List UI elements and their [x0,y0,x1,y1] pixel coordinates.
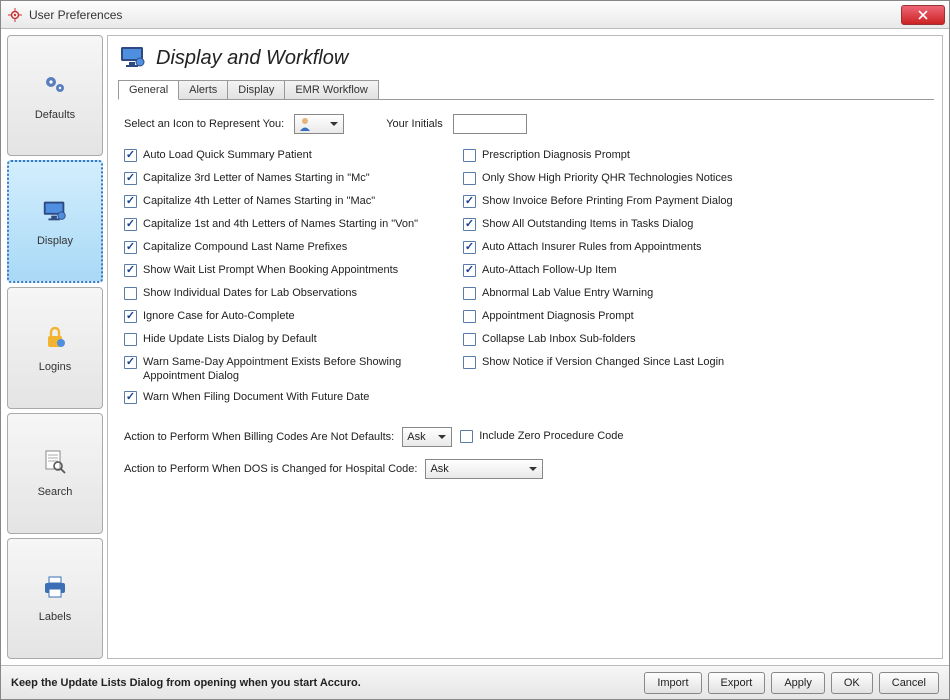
sidebar-item-display[interactable]: Display [7,160,103,283]
checkbox-label: Show Wait List Prompt When Booking Appoi… [143,263,398,277]
tab-emr-workflow[interactable]: EMR Workflow [285,80,379,100]
checkbox[interactable] [124,333,137,346]
monitor-icon [41,197,69,225]
options-left: Auto Load Quick Summary Patient Capitaliz… [124,148,443,413]
initials-input[interactable] [453,114,527,134]
checkbox-label: Capitalize Compound Last Name Prefixes [143,240,347,254]
icon-select[interactable] [294,114,344,134]
checkbox[interactable] [463,287,476,300]
checkbox[interactable] [463,264,476,277]
checkbox-label: Capitalize 1st and 4th Letters of Names … [143,217,418,231]
gears-icon [41,71,69,99]
titlebar: User Preferences [1,1,949,29]
checkbox[interactable] [124,356,137,369]
close-button[interactable] [901,5,945,25]
checkbox[interactable] [463,218,476,231]
include-zero-label: Include Zero Procedure Code [479,429,623,443]
lock-icon [41,323,69,351]
dos-action-label: Action to Perform When DOS is Changed fo… [124,463,417,475]
dos-action-select[interactable]: Ask [425,459,543,479]
billing-action-label: Action to Perform When Billing Codes Are… [124,431,394,443]
checkbox-label: Prescription Diagnosis Prompt [482,148,630,162]
sidebar-item-label: Display [37,235,73,247]
checkbox[interactable] [463,172,476,185]
sidebar-item-search[interactable]: Search [7,413,103,534]
checkbox-label: Show Invoice Before Printing From Paymen… [482,194,733,208]
checkbox[interactable] [124,241,137,254]
options-right: Prescription Diagnosis Prompt Only Show H… [463,148,733,413]
sidebar-item-label: Search [38,486,73,498]
checkbox-label: Show Notice if Version Changed Since Las… [482,355,724,369]
checkbox-label: Only Show High Priority QHR Technologies… [482,171,732,185]
import-button[interactable]: Import [644,672,701,694]
status-hint: Keep the Update Lists Dialog from openin… [11,677,638,689]
checkbox[interactable] [124,264,137,277]
checkbox[interactable] [124,195,137,208]
app-icon [7,7,23,23]
tab-bar: General Alerts Display EMR Workflow [118,79,934,100]
printer-icon [41,573,69,601]
checkbox-label: Appointment Diagnosis Prompt [482,309,634,323]
window-title: User Preferences [29,8,122,22]
sidebar-item-logins[interactable]: Logins [7,287,103,408]
tab-general[interactable]: General [118,80,179,100]
checkbox[interactable] [124,391,137,404]
checkbox[interactable] [463,241,476,254]
checkbox-label: Ignore Case for Auto-Complete [143,309,295,323]
sidebar-item-label: Logins [39,361,71,373]
checkbox[interactable] [124,172,137,185]
checkbox[interactable] [463,333,476,346]
checkbox[interactable] [463,356,476,369]
checkbox-label: Capitalize 3rd Letter of Names Starting … [143,171,370,185]
checkbox[interactable] [124,287,137,300]
ok-button[interactable]: OK [831,672,873,694]
sidebar-item-label: Defaults [35,109,75,121]
checkbox-label: Show All Outstanding Items in Tasks Dial… [482,217,693,231]
tab-alerts[interactable]: Alerts [179,80,228,100]
checkbox[interactable] [463,310,476,323]
checkbox[interactable] [463,195,476,208]
checkbox-label: Collapse Lab Inbox Sub-folders [482,332,635,346]
export-button[interactable]: Export [708,672,766,694]
include-zero-checkbox[interactable] [460,430,473,443]
checkbox-label: Show Individual Dates for Lab Observatio… [143,286,357,300]
icon-select-label: Select an Icon to Represent You: [124,118,284,130]
checkbox[interactable] [124,218,137,231]
apply-button[interactable]: Apply [771,672,825,694]
checkbox[interactable] [124,310,137,323]
checkbox-label: Warn When Filing Document With Future Da… [143,390,369,404]
sidebar-item-label: Labels [39,611,71,623]
page-title: Display and Workflow [156,47,348,70]
sidebar-item-labels[interactable]: Labels [7,538,103,659]
search-doc-icon [41,448,69,476]
billing-action-select[interactable]: Ask [402,427,452,447]
user-icon [299,117,315,131]
checkbox-label: Abnormal Lab Value Entry Warning [482,286,653,300]
cancel-button[interactable]: Cancel [879,672,939,694]
tab-display[interactable]: Display [228,80,285,100]
checkbox-label: Capitalize 4th Letter of Names Starting … [143,194,375,208]
checkbox[interactable] [124,149,137,162]
page-icon [118,44,148,73]
sidebar: Defaults Display Logins Search [7,35,103,659]
checkbox-label: Warn Same-Day Appointment Exists Before … [143,355,443,383]
checkbox-label: Hide Update Lists Dialog by Default [143,332,317,346]
initials-label: Your Initials [386,118,442,130]
checkbox-label: Auto Load Quick Summary Patient [143,148,312,162]
checkbox-label: Auto-Attach Follow-Up Item [482,263,617,277]
checkbox-label: Auto Attach Insurer Rules from Appointme… [482,240,702,254]
sidebar-item-defaults[interactable]: Defaults [7,35,103,156]
checkbox[interactable] [463,149,476,162]
